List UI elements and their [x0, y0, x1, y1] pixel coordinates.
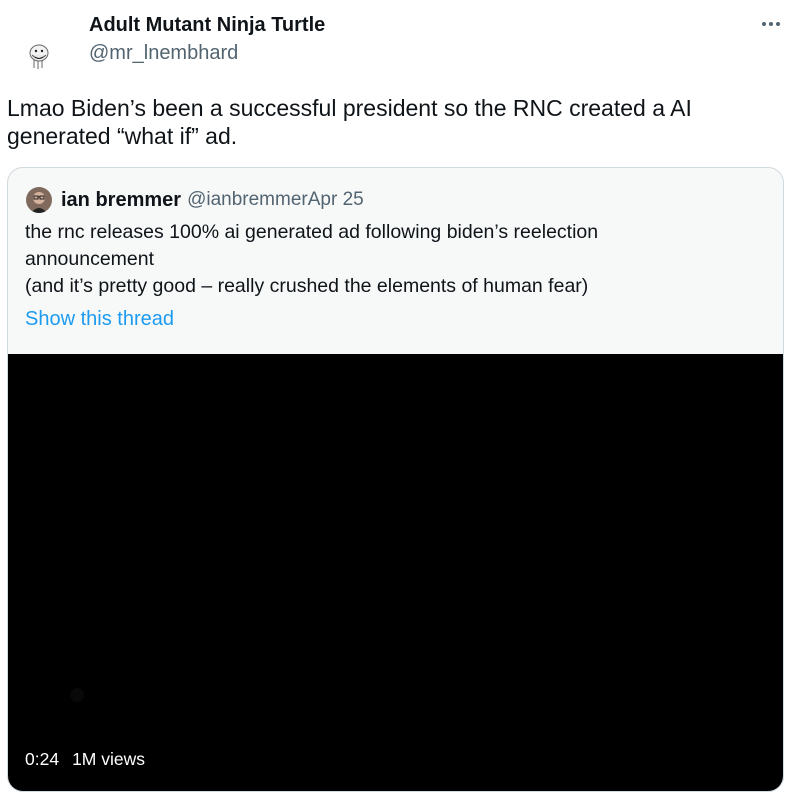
avatar-icon	[29, 44, 49, 69]
video-duration: 0:24	[25, 749, 60, 769]
quoted-tweet-text: the rnc releases 100% ai generated ad fo…	[25, 219, 765, 300]
quoted-user-avatar[interactable]	[26, 187, 52, 213]
quoted-text-line: announcement	[25, 248, 155, 270]
quoted-tweet-header: ian bremmer @ianbremmer Apr 25	[26, 186, 364, 214]
more-horizontal-icon	[762, 22, 780, 26]
quoted-tweet-date[interactable]: Apr 25	[308, 189, 364, 211]
quoted-text-line: the rnc releases 100% ai generated ad fo…	[25, 221, 599, 243]
quoted-user-handle[interactable]: @ianbremmer	[187, 189, 308, 211]
video-views: 1M views	[72, 749, 145, 769]
video-faint-shape-icon	[70, 688, 84, 702]
tweet-text: Lmao Biden’s been a successful president…	[7, 95, 692, 149]
video-overlay: 0:24 1M views	[25, 747, 145, 771]
quoted-avatar-icon	[26, 187, 52, 213]
quoted-tweet-card[interactable]: ian bremmer @ianbremmer Apr 25 the rnc r…	[7, 167, 784, 792]
more-options-button[interactable]	[756, 12, 786, 36]
avatar-button[interactable]	[19, 34, 59, 74]
tweet: Adult Mutant Ninja Turtle @mr_lnembhard …	[0, 0, 800, 796]
quoted-text-line: (and it’s pretty good – really crushed t…	[25, 275, 589, 297]
show-thread-link[interactable]: Show this thread	[25, 306, 174, 332]
quoted-display-name[interactable]: ian bremmer	[61, 189, 181, 212]
user-handle[interactable]: @mr_lnembhard	[89, 40, 238, 66]
video-player[interactable]: 0:24 1M views	[8, 354, 783, 791]
display-name[interactable]: Adult Mutant Ninja Turtle	[89, 12, 325, 38]
